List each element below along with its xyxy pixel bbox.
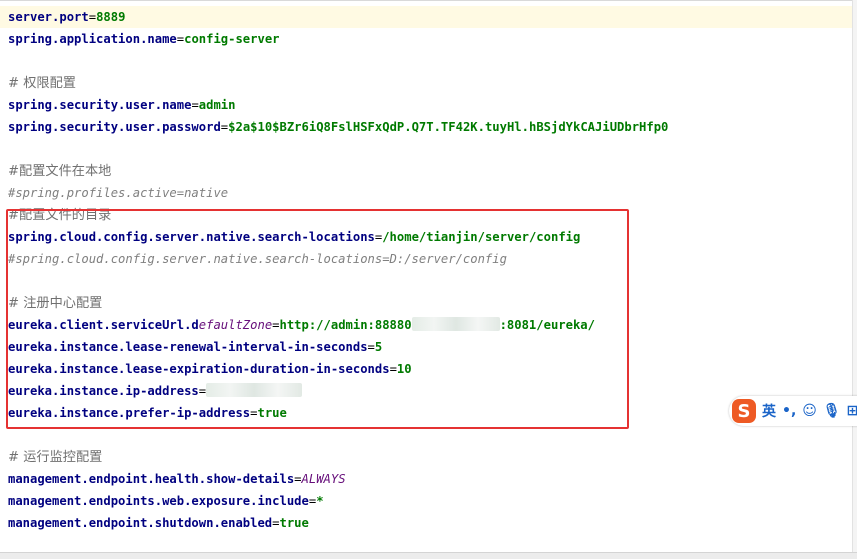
code-line[interactable]: server.port=8889: [0, 6, 852, 28]
property-value: *: [316, 494, 324, 508]
code-line[interactable]: management.endpoint.shutdown.enabled=tru…: [8, 512, 852, 534]
code-line[interactable]: [8, 50, 852, 72]
property-key: spring.application.name: [8, 32, 177, 46]
property-value: 8889: [96, 10, 126, 24]
property-key: server.port: [8, 10, 89, 24]
ime-language-toggle[interactable]: 英: [762, 401, 776, 421]
comment: # 运行监控配置: [8, 450, 103, 465]
property-key: management.endpoints.web.exposure.includ…: [8, 494, 309, 508]
comment: #配置文件在本地: [8, 164, 112, 179]
commented-out-line: #spring.profiles.active=native: [8, 186, 229, 200]
sogou-logo-icon[interactable]: S: [732, 399, 756, 423]
property-key: management.endpoint.health.show-details: [8, 472, 295, 486]
emoji-icon[interactable]: ☺: [802, 403, 817, 419]
code-line[interactable]: spring.application.name=config-server: [8, 28, 852, 50]
code-line[interactable]: #spring.profiles.active=native: [8, 182, 852, 204]
highlight-annotation-box: [6, 209, 629, 429]
equals-sign: =: [272, 516, 280, 530]
property-key: management.endpoint.shutdown.enabled: [8, 516, 273, 530]
code-editor[interactable]: server.port=8889 spring.application.name=…: [0, 0, 852, 553]
equals-sign: =: [191, 98, 199, 112]
editor-right-gutter: [852, 0, 857, 552]
property-value: true: [279, 516, 309, 530]
property-value: config-server: [184, 32, 280, 46]
property-key: spring.security.user.password: [8, 120, 221, 134]
property-key: spring.security.user.name: [8, 98, 192, 112]
code-line[interactable]: spring.security.user.password=$2a$10$BZr…: [8, 116, 852, 138]
punctuation-icon[interactable]: •,: [782, 403, 796, 419]
code-line[interactable]: [8, 138, 852, 160]
code-line[interactable]: management.endpoints.web.exposure.includ…: [8, 490, 852, 512]
ime-toolbar[interactable]: S 英 •, ☺ 🎙 ⊞: [729, 396, 857, 426]
equals-sign: =: [88, 10, 97, 24]
property-value: $2a$10$BZr6iQ8FslHSFxQdP.Q7T.TF42K.tuyHl…: [228, 120, 669, 134]
code-line[interactable]: management.endpoint.health.show-details=…: [8, 468, 852, 490]
equals-sign: =: [294, 472, 302, 486]
code-line[interactable]: #配置文件在本地: [8, 160, 852, 182]
code-line[interactable]: # 权限配置: [8, 72, 852, 94]
microphone-icon[interactable]: 🎙: [823, 403, 841, 419]
comment: # 权限配置: [8, 76, 76, 91]
code-line[interactable]: spring.security.user.name=admin: [8, 94, 852, 116]
equals-sign: =: [176, 32, 185, 46]
code-line[interactable]: # 运行监控配置: [8, 446, 852, 468]
property-value: ALWAYS: [301, 472, 346, 486]
keyboard-icon[interactable]: ⊞: [847, 403, 857, 419]
property-value: admin: [198, 98, 236, 112]
